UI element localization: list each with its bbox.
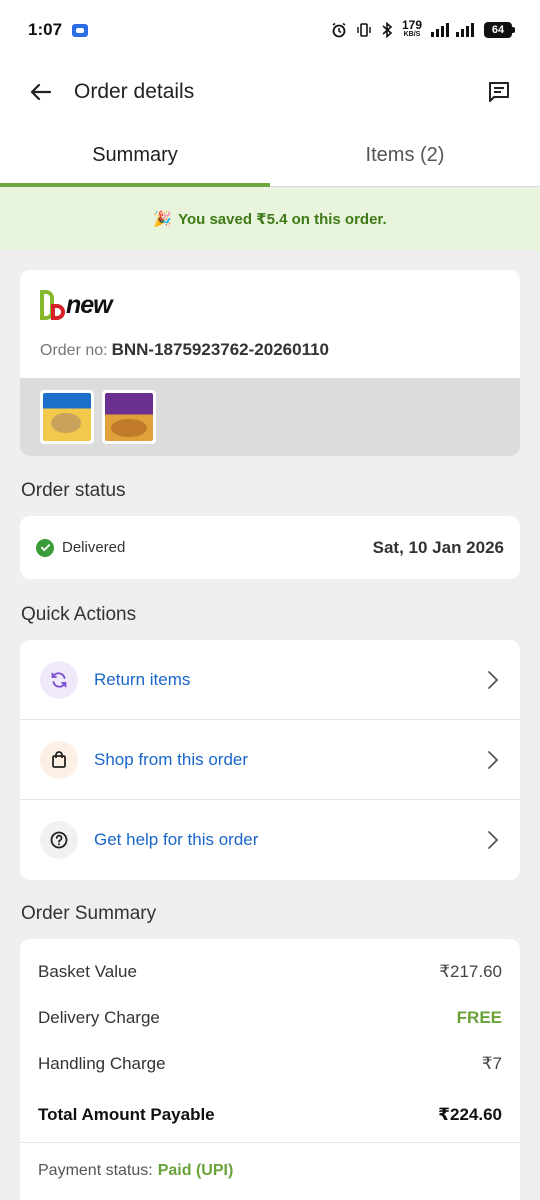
product-thumbnails[interactable] bbox=[20, 378, 520, 456]
delivery-date: Sat, 10 Jan 2026 bbox=[372, 537, 504, 557]
bluetooth-icon bbox=[382, 22, 393, 38]
battery-icon: 64 bbox=[484, 22, 515, 38]
chevron-right-icon bbox=[488, 831, 499, 849]
return-items-action[interactable]: Return items bbox=[20, 640, 520, 720]
delivery-charge-row: Delivery Charge FREE bbox=[38, 1008, 502, 1027]
product-thumbnail[interactable] bbox=[40, 390, 94, 444]
signal-icon bbox=[431, 23, 474, 37]
status-indicators: 179 KB/S 64 bbox=[331, 18, 515, 40]
payment-status-value: Paid (UPI) bbox=[157, 1162, 234, 1179]
order-number-value: BNN-1875923762-20260110 bbox=[111, 340, 329, 359]
quick-actions-card: Return items Shop from this order Get he… bbox=[20, 640, 520, 880]
delivery-status: Delivered bbox=[62, 539, 126, 556]
check-circle-icon bbox=[36, 538, 54, 557]
order-status-card: Delivered Sat, 10 Jan 2026 bbox=[20, 516, 520, 579]
shop-from-order-action[interactable]: Shop from this order bbox=[20, 720, 520, 800]
get-help-label: Get help for this order bbox=[94, 830, 259, 849]
tab-summary[interactable]: Summary bbox=[0, 124, 270, 187]
order-status-title: Order status bbox=[21, 480, 126, 501]
handling-charge-value: ₹7 bbox=[481, 1054, 502, 1073]
order-number: Order no: BNN-1875923762-20260110 bbox=[40, 340, 329, 359]
product-thumbnail[interactable] bbox=[102, 390, 156, 444]
order-summary-card: Basket Value ₹217.60 Delivery Charge FRE… bbox=[20, 939, 520, 1200]
bb-logo-icon bbox=[40, 290, 65, 320]
vibrate-icon bbox=[357, 23, 371, 37]
help-icon bbox=[40, 821, 78, 859]
chat-icon bbox=[489, 82, 509, 102]
chevron-right-icon bbox=[488, 670, 499, 689]
get-help-action[interactable]: Get help for this order bbox=[20, 800, 520, 880]
handling-charge-row: Handling Charge ₹7 bbox=[38, 1054, 502, 1073]
total-amount-value: ₹224.60 bbox=[438, 1104, 502, 1124]
refresh-icon bbox=[40, 660, 78, 699]
bbnow-logo: new bbox=[40, 290, 113, 320]
app-bar: Order details bbox=[0, 60, 540, 124]
tab-bar: Summary Items (2) bbox=[0, 124, 540, 187]
savings-text: You saved ₹5.4 on this order. bbox=[178, 211, 387, 228]
basket-value: ₹217.60 bbox=[439, 962, 502, 981]
logo-text: new bbox=[66, 290, 113, 319]
arrow-left-icon bbox=[30, 83, 52, 101]
page-title: Order details bbox=[74, 80, 195, 103]
party-icon: 🎉 bbox=[153, 211, 173, 228]
status-bar: 1:07 179 KB/S 64 bbox=[0, 0, 540, 60]
total-amount-row: Total Amount Payable ₹224.60 bbox=[20, 1087, 520, 1143]
back-button[interactable] bbox=[26, 77, 56, 107]
network-speed: 179 KB/S bbox=[401, 18, 422, 38]
shop-from-order-label: Shop from this order bbox=[94, 749, 249, 769]
status-time: 1:07 bbox=[28, 20, 63, 39]
chat-support-button[interactable] bbox=[484, 77, 514, 107]
delivery-charge-value: FREE bbox=[456, 1008, 502, 1027]
alarm-icon bbox=[332, 22, 346, 38]
basket-value-row: Basket Value ₹217.60 bbox=[38, 962, 502, 981]
tab-items[interactable]: Items (2) bbox=[270, 124, 540, 186]
payment-status: Payment status: Paid (UPI) bbox=[38, 1162, 234, 1179]
savings-banner: 🎉 You saved ₹5.4 on this order. bbox=[0, 188, 540, 250]
chevron-right-icon bbox=[488, 750, 499, 769]
order-summary-title: Order Summary bbox=[21, 903, 157, 924]
app-notification-icon bbox=[72, 23, 89, 37]
shopping-bag-icon bbox=[40, 740, 78, 779]
order-card: new Order no: BNN-1875923762-20260110 bbox=[20, 270, 520, 456]
return-items-label: Return items bbox=[94, 669, 191, 689]
quick-actions-title: Quick Actions bbox=[21, 604, 137, 625]
